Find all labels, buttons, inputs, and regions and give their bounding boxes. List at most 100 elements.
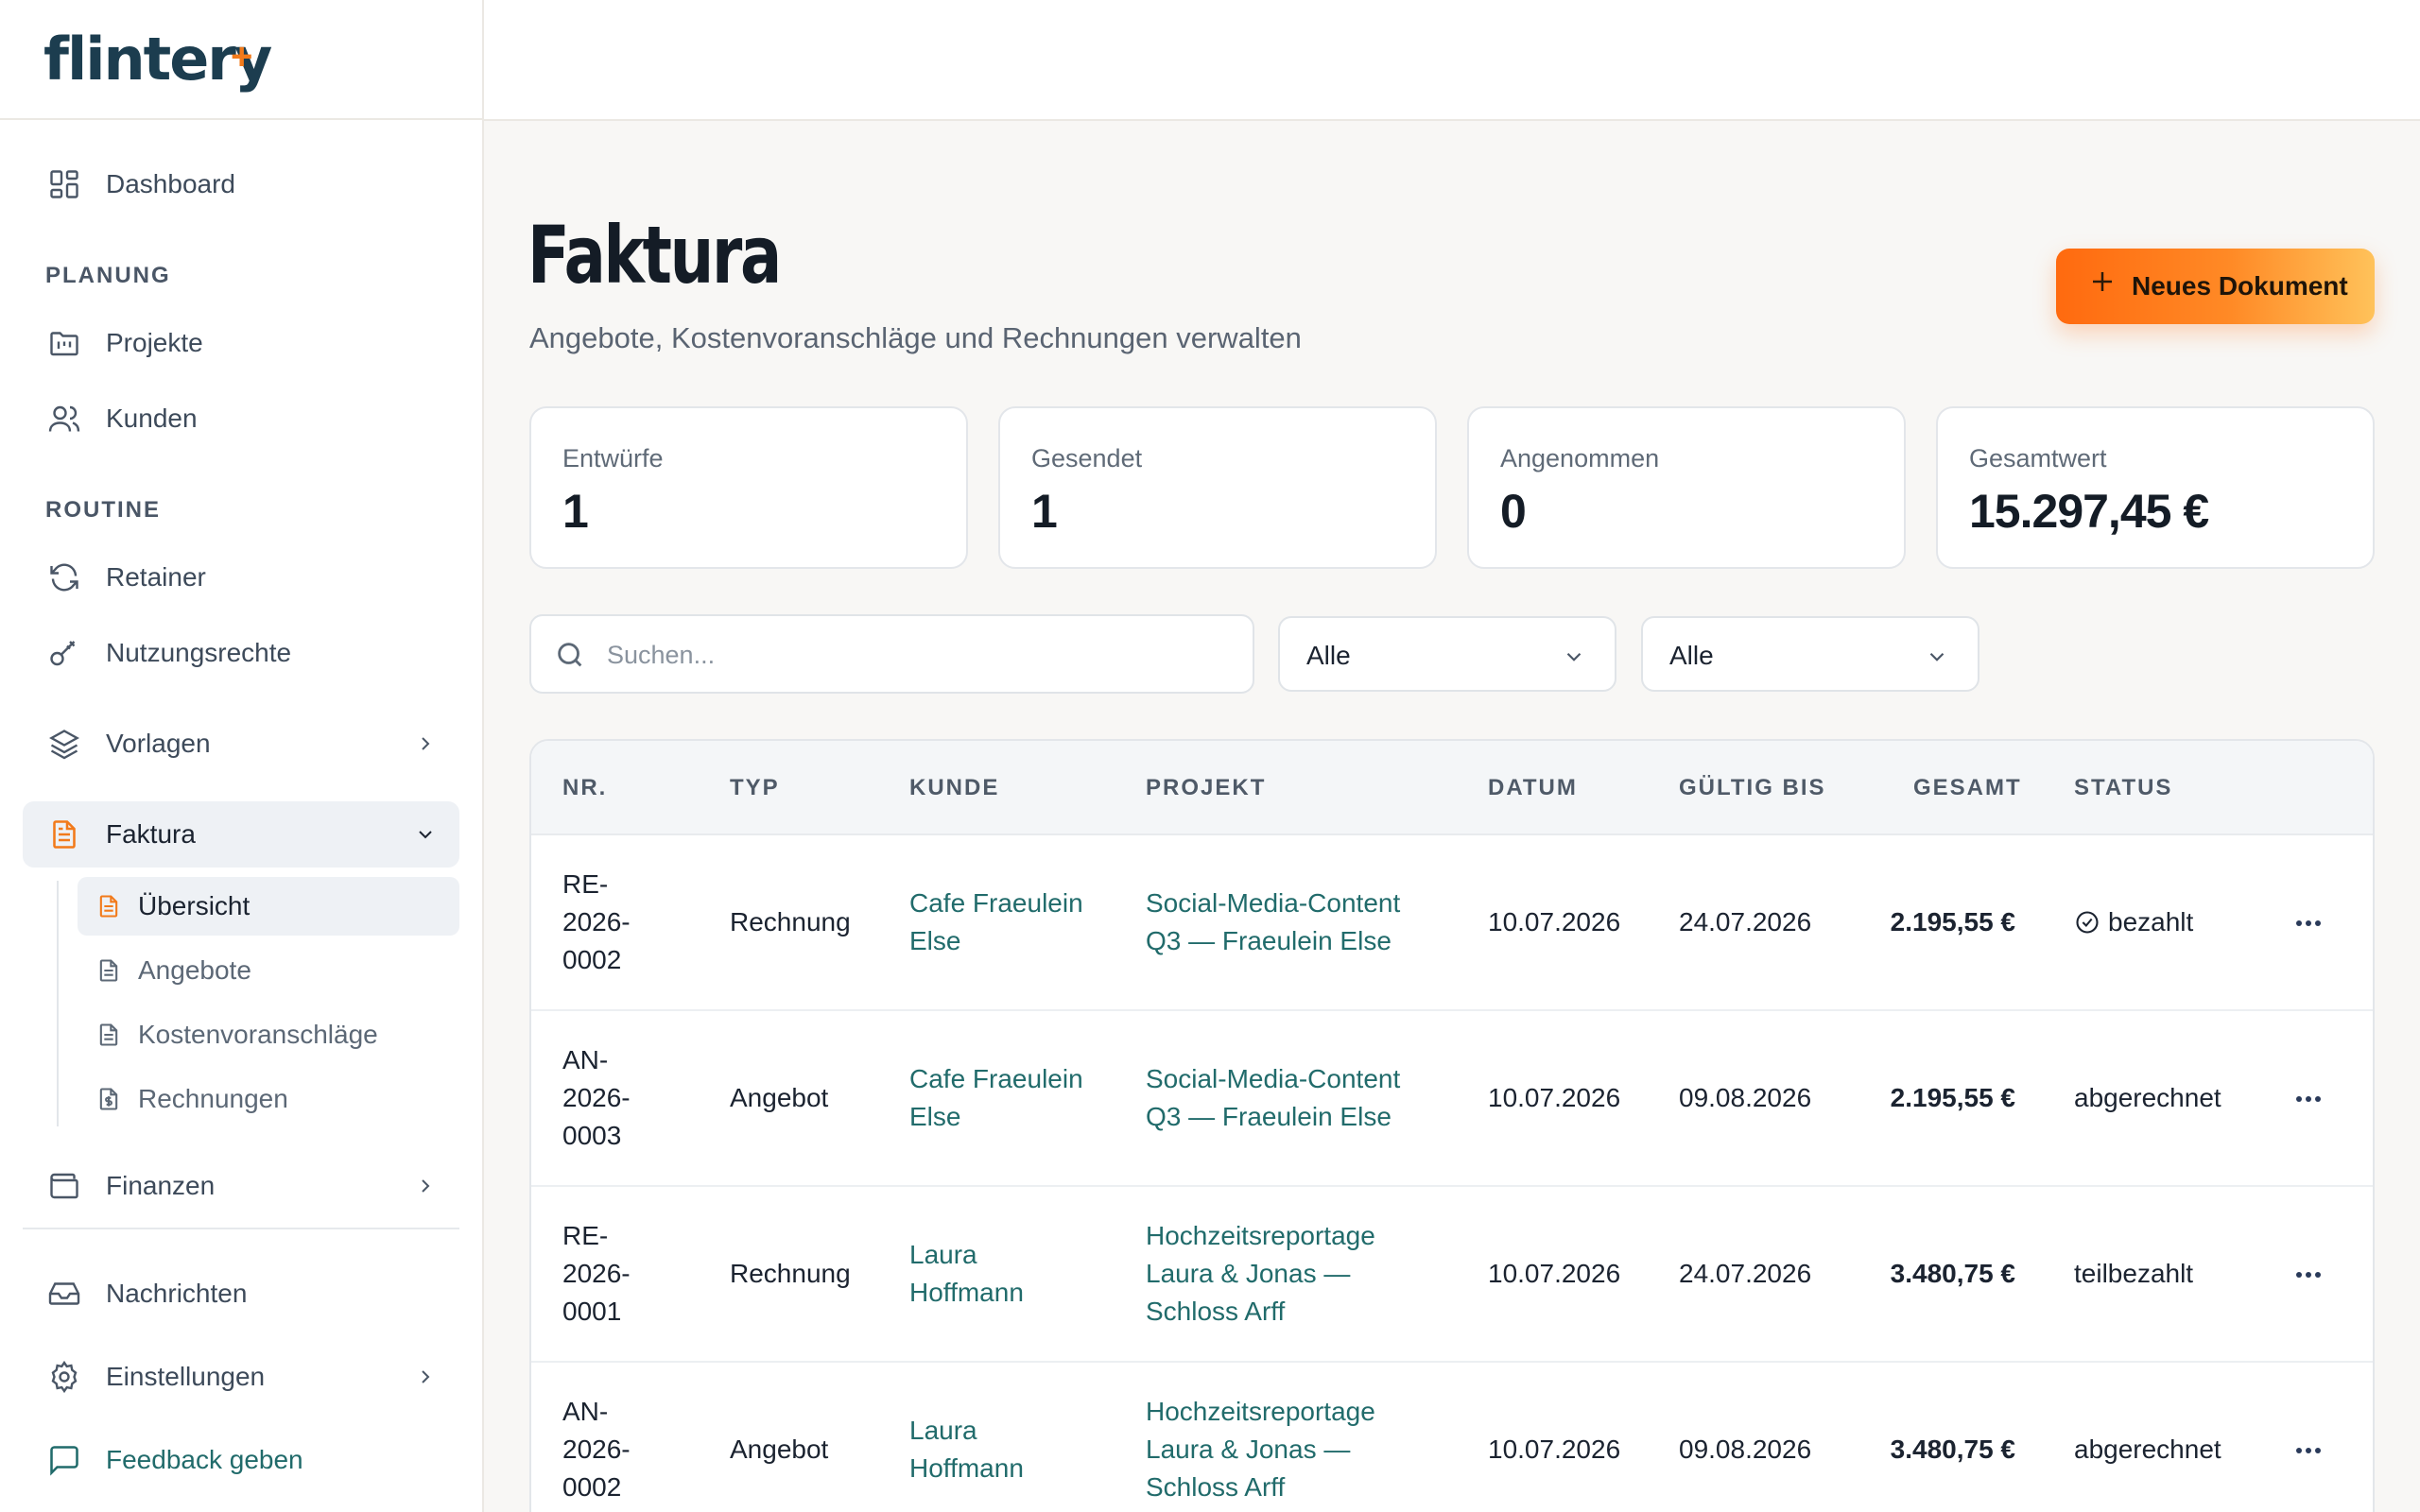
kunde-line: Cafe Fraeulein [909,888,1083,918]
sidebar-item-nachrichten[interactable]: Nachrichten [23,1261,459,1327]
table-row[interactable]: AN- 2026- 0002 Angebot Laura Hoffmann Ho… [531,1363,2373,1512]
cell-gueltig-bis: 24.07.2026 [1679,1259,1812,1288]
cell-kunde-link[interactable]: Laura Hoffmann [909,1236,1024,1312]
sidebar-subitem-kostenvoranschlaege[interactable]: Kostenvoranschläge [78,1005,459,1064]
kunde-line: Else [909,926,961,955]
stat-card-gesamtwert: Gesamtwert 15.297,45 € [1936,406,2375,569]
column-header-typ[interactable]: TYP [730,775,780,801]
sidebar-item-label: Finanzen [106,1171,216,1200]
search-input[interactable] [607,633,1212,677]
cell-kunde-link[interactable]: Cafe Fraeulein Else [909,1060,1083,1136]
sidebar-divider [23,1228,459,1229]
section-title-planung: PLANUNG [45,263,171,288]
column-header-datum[interactable]: DATUM [1488,775,1578,801]
chevron-right-icon [414,1175,437,1197]
cell-gesamt: 2.195,55 € [1890,1083,2015,1112]
sidebar-item-label: Retainer [106,562,206,592]
sidebar-item-finanzen[interactable]: Finanzen [23,1153,459,1219]
search-box[interactable] [529,614,1254,694]
cell-status: bezahlt [2074,903,2193,941]
column-header-kunde[interactable]: KUNDE [909,775,999,801]
table-row[interactable]: AN- 2026- 0003 Angebot Cafe Fraeulein El… [531,1011,2373,1187]
cell-datum: 10.07.2026 [1488,1083,1621,1112]
stat-card-gesendet: Gesendet 1 [998,406,1437,569]
stat-value: 0 [1500,485,1527,538]
type-filter-select[interactable]: Alle [1278,616,1616,692]
select-value: Alle [1306,641,1351,670]
projekt-line: Hochzeitsreportage [1146,1397,1375,1426]
brand-logo[interactable]: flintery + [0,0,482,120]
cell-projekt-link[interactable]: Social-Media-Content Q3 — Fraeulein Else [1146,1060,1400,1136]
sidebar-item-feedback[interactable]: Feedback geben [23,1427,459,1493]
sidebar-item-label: Vorlagen [106,729,211,758]
projekt-line: Laura & Jonas — [1146,1259,1351,1288]
sidebar-item-retainer[interactable]: Retainer [23,544,459,610]
table-row[interactable]: RE- 2026- 0001 Rechnung Laura Hoffmann H… [531,1187,2373,1363]
column-header-gueltig-bis[interactable]: GÜLTIG BIS [1679,775,1826,801]
sidebar-item-dashboard[interactable]: Dashboard [23,151,459,217]
cell-projekt-link[interactable]: Hochzeitsreportage Laura & Jonas — Schlo… [1146,1217,1375,1331]
page-subtitle: Angebote, Kostenvoranschläge und Rechnun… [529,321,1302,354]
projekt-line: Hochzeitsreportage [1146,1221,1375,1250]
kunde-line: Hoffmann [909,1278,1024,1307]
cell-typ: Angebot [730,1083,829,1112]
stat-label: Angenommen [1500,444,1660,472]
sidebar-subitem-angebote[interactable]: Angebote [78,941,459,1000]
brand-plus-mark: + [231,36,253,77]
status-text: bezahlt [2108,907,2194,936]
stat-card-angenommen: Angenommen 0 [1467,406,1906,569]
file-text-icon [95,1021,123,1049]
row-actions-icon[interactable] [2290,1080,2327,1118]
kunde-line: Cafe Fraeulein [909,1064,1083,1093]
column-header-nr[interactable]: NR. [562,775,607,801]
sidebar-item-faktura[interactable]: Faktura [23,801,459,868]
cell-datum: 10.07.2026 [1488,907,1621,936]
nr-line: 2026- [562,1435,631,1464]
sidebar-item-nutzungsrechte[interactable]: Nutzungsrechte [23,620,459,686]
table-row[interactable]: RE- 2026- 0002 Rechnung Cafe Fraeulein E… [531,835,2373,1011]
sidebar-item-vorlagen[interactable]: Vorlagen [23,711,459,777]
inbox-icon [45,1275,83,1313]
cell-projekt-link[interactable]: Hochzeitsreportage Laura & Jonas — Schlo… [1146,1393,1375,1506]
cell-kunde-link[interactable]: Laura Hoffmann [909,1412,1024,1487]
nr-line: 2026- [562,907,631,936]
cell-kunde-link[interactable]: Cafe Fraeulein Else [909,885,1083,960]
select-value: Alle [1669,641,1714,670]
nr-line: 0002 [562,945,622,974]
projekt-line: Q3 — Fraeulein Else [1146,1102,1392,1131]
status-filter-select[interactable]: Alle [1641,616,1979,692]
gear-icon [45,1358,83,1396]
sidebar-subitem-rechnungen[interactable]: Rechnungen [78,1070,459,1128]
row-actions-icon[interactable] [2290,904,2327,942]
plus-icon [2088,266,2117,302]
cell-projekt-link[interactable]: Social-Media-Content Q3 — Fraeulein Else [1146,885,1400,960]
sidebar-subitem-uebersicht[interactable]: Übersicht [78,877,459,936]
nr-line: 0002 [562,1472,622,1502]
projekt-line: Social-Media-Content [1146,888,1401,918]
cell-typ: Rechnung [730,907,851,936]
sidebar-subitem-label: Rechnungen [138,1084,288,1113]
users-icon [45,400,83,438]
projekt-line: Schloss Arff [1146,1297,1286,1326]
column-header-projekt[interactable]: PROJEKT [1146,775,1266,801]
chevron-down-icon [414,823,437,846]
column-header-status[interactable]: STATUS [2074,775,2172,801]
folder-kanban-icon [45,324,83,362]
column-header-gesamt[interactable]: GESAMT [1913,775,2022,801]
projekt-line: Schloss Arff [1146,1472,1286,1502]
new-document-button[interactable]: Neues Dokument [2056,249,2375,324]
sidebar-item-projekte[interactable]: Projekte [23,310,459,376]
projekt-line: Q3 — Fraeulein Else [1146,926,1392,955]
row-actions-icon[interactable] [2290,1256,2327,1294]
sidebar-subitem-label: Übersicht [138,891,251,920]
wallet-icon [45,1167,83,1205]
cell-gueltig-bis: 09.08.2026 [1679,1435,1812,1464]
stat-value: 15.297,45 € [1969,485,2209,538]
cell-gueltig-bis: 09.08.2026 [1679,1083,1812,1112]
key-icon [45,634,83,672]
row-actions-icon[interactable] [2290,1432,2327,1469]
sidebar-item-einstellungen[interactable]: Einstellungen [23,1344,459,1410]
submenu-rail [57,881,59,1126]
sidebar-item-kunden[interactable]: Kunden [23,386,459,452]
chevron-down-icon [1925,644,1949,669]
